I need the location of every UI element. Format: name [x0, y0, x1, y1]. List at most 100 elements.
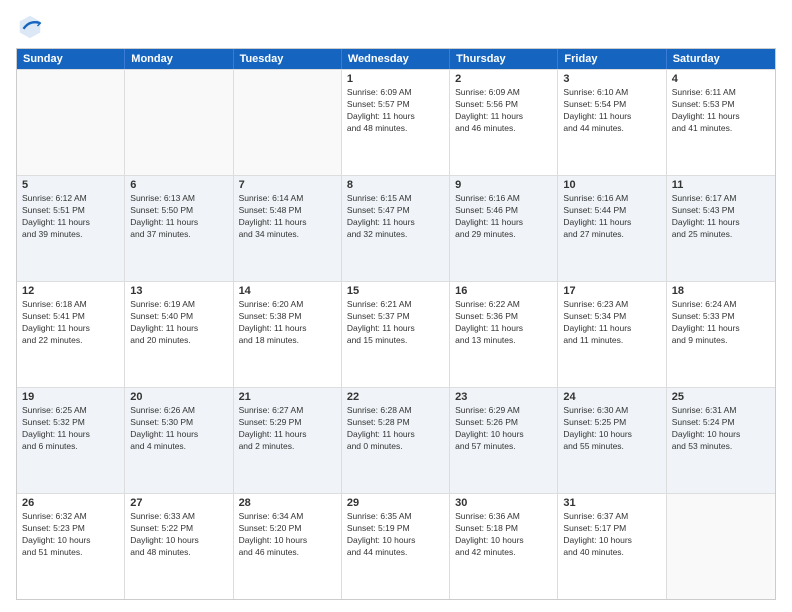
cell-info: Sunset: 5:41 PM — [22, 311, 119, 322]
header-day-saturday: Saturday — [667, 49, 775, 69]
cell-info: and 20 minutes. — [130, 335, 227, 346]
cal-day-14: 14Sunrise: 6:20 AMSunset: 5:38 PMDayligh… — [234, 282, 342, 387]
cell-info: Sunrise: 6:31 AM — [672, 405, 770, 416]
header-day-sunday: Sunday — [17, 49, 125, 69]
cell-info: Sunrise: 6:26 AM — [130, 405, 227, 416]
cell-info: Sunset: 5:32 PM — [22, 417, 119, 428]
day-number: 17 — [563, 285, 660, 297]
cell-info: Daylight: 11 hours — [347, 323, 444, 334]
cal-day-11: 11Sunrise: 6:17 AMSunset: 5:43 PMDayligh… — [667, 176, 775, 281]
day-number: 29 — [347, 497, 444, 509]
cell-info: Sunset: 5:23 PM — [22, 523, 119, 534]
day-number: 6 — [130, 179, 227, 191]
day-number: 15 — [347, 285, 444, 297]
cell-info: and 15 minutes. — [347, 335, 444, 346]
cal-day-17: 17Sunrise: 6:23 AMSunset: 5:34 PMDayligh… — [558, 282, 666, 387]
cal-day-26: 26Sunrise: 6:32 AMSunset: 5:23 PMDayligh… — [17, 494, 125, 599]
cell-info: and 27 minutes. — [563, 229, 660, 240]
cell-info: Daylight: 11 hours — [563, 111, 660, 122]
cell-info: Sunrise: 6:23 AM — [563, 299, 660, 310]
day-number: 5 — [22, 179, 119, 191]
cal-day-empty — [125, 70, 233, 175]
cell-info: Daylight: 11 hours — [239, 217, 336, 228]
cell-info: Daylight: 11 hours — [22, 323, 119, 334]
calendar-week-5: 26Sunrise: 6:32 AMSunset: 5:23 PMDayligh… — [17, 493, 775, 599]
day-number: 2 — [455, 73, 552, 85]
cell-info: Sunset: 5:50 PM — [130, 205, 227, 216]
cell-info: and 34 minutes. — [239, 229, 336, 240]
cell-info: Sunrise: 6:09 AM — [347, 87, 444, 98]
cell-info: Sunset: 5:51 PM — [22, 205, 119, 216]
cell-info: and 32 minutes. — [347, 229, 444, 240]
cell-info: Sunrise: 6:35 AM — [347, 511, 444, 522]
day-number: 14 — [239, 285, 336, 297]
cell-info: and 11 minutes. — [563, 335, 660, 346]
cell-info: Sunrise: 6:19 AM — [130, 299, 227, 310]
cell-info: Sunset: 5:47 PM — [347, 205, 444, 216]
cell-info: Sunrise: 6:20 AM — [239, 299, 336, 310]
day-number: 31 — [563, 497, 660, 509]
cell-info: Daylight: 11 hours — [22, 429, 119, 440]
cal-day-20: 20Sunrise: 6:26 AMSunset: 5:30 PMDayligh… — [125, 388, 233, 493]
cell-info: Sunrise: 6:32 AM — [22, 511, 119, 522]
cell-info: Daylight: 11 hours — [455, 217, 552, 228]
header-day-tuesday: Tuesday — [234, 49, 342, 69]
cell-info: Sunset: 5:28 PM — [347, 417, 444, 428]
cell-info: Daylight: 11 hours — [239, 323, 336, 334]
day-number: 3 — [563, 73, 660, 85]
cal-day-30: 30Sunrise: 6:36 AMSunset: 5:18 PMDayligh… — [450, 494, 558, 599]
calendar-week-1: 1Sunrise: 6:09 AMSunset: 5:57 PMDaylight… — [17, 69, 775, 175]
cal-day-24: 24Sunrise: 6:30 AMSunset: 5:25 PMDayligh… — [558, 388, 666, 493]
cell-info: Daylight: 11 hours — [347, 429, 444, 440]
cell-info: Sunrise: 6:33 AM — [130, 511, 227, 522]
cal-day-21: 21Sunrise: 6:27 AMSunset: 5:29 PMDayligh… — [234, 388, 342, 493]
day-number: 8 — [347, 179, 444, 191]
cell-info: Sunrise: 6:14 AM — [239, 193, 336, 204]
cell-info: and 55 minutes. — [563, 441, 660, 452]
cell-info: Daylight: 10 hours — [455, 429, 552, 440]
cell-info: Daylight: 11 hours — [239, 429, 336, 440]
cell-info: and 4 minutes. — [130, 441, 227, 452]
cell-info: Sunrise: 6:36 AM — [455, 511, 552, 522]
day-number: 22 — [347, 391, 444, 403]
cell-info: Sunrise: 6:16 AM — [455, 193, 552, 204]
cell-info: and 44 minutes. — [563, 123, 660, 134]
cell-info: Daylight: 10 hours — [239, 535, 336, 546]
cell-info: and 6 minutes. — [22, 441, 119, 452]
cell-info: Daylight: 10 hours — [22, 535, 119, 546]
cal-day-15: 15Sunrise: 6:21 AMSunset: 5:37 PMDayligh… — [342, 282, 450, 387]
calendar-header: SundayMondayTuesdayWednesdayThursdayFrid… — [17, 49, 775, 69]
day-number: 7 — [239, 179, 336, 191]
cell-info: Daylight: 11 hours — [455, 323, 552, 334]
cell-info: and 25 minutes. — [672, 229, 770, 240]
cal-day-9: 9Sunrise: 6:16 AMSunset: 5:46 PMDaylight… — [450, 176, 558, 281]
cell-info: Sunrise: 6:34 AM — [239, 511, 336, 522]
day-number: 16 — [455, 285, 552, 297]
cell-info: Sunrise: 6:11 AM — [672, 87, 770, 98]
cal-day-23: 23Sunrise: 6:29 AMSunset: 5:26 PMDayligh… — [450, 388, 558, 493]
cell-info: Sunset: 5:24 PM — [672, 417, 770, 428]
day-number: 24 — [563, 391, 660, 403]
cell-info: Daylight: 11 hours — [455, 111, 552, 122]
cell-info: Daylight: 11 hours — [130, 323, 227, 334]
cell-info: Daylight: 11 hours — [130, 217, 227, 228]
day-number: 20 — [130, 391, 227, 403]
cell-info: Sunset: 5:40 PM — [130, 311, 227, 322]
cal-day-25: 25Sunrise: 6:31 AMSunset: 5:24 PMDayligh… — [667, 388, 775, 493]
cell-info: and 0 minutes. — [347, 441, 444, 452]
logo — [16, 12, 48, 40]
cell-info: Daylight: 11 hours — [672, 111, 770, 122]
cell-info: Daylight: 10 hours — [455, 535, 552, 546]
cal-day-empty — [17, 70, 125, 175]
cell-info: and 18 minutes. — [239, 335, 336, 346]
cell-info: and 57 minutes. — [455, 441, 552, 452]
cal-day-empty — [667, 494, 775, 599]
cell-info: Daylight: 10 hours — [130, 535, 227, 546]
day-number: 1 — [347, 73, 444, 85]
cell-info: and 13 minutes. — [455, 335, 552, 346]
cell-info: Sunset: 5:26 PM — [455, 417, 552, 428]
cell-info: Daylight: 11 hours — [563, 323, 660, 334]
cell-info: Daylight: 11 hours — [672, 323, 770, 334]
cell-info: Sunrise: 6:16 AM — [563, 193, 660, 204]
cell-info: and 46 minutes. — [455, 123, 552, 134]
